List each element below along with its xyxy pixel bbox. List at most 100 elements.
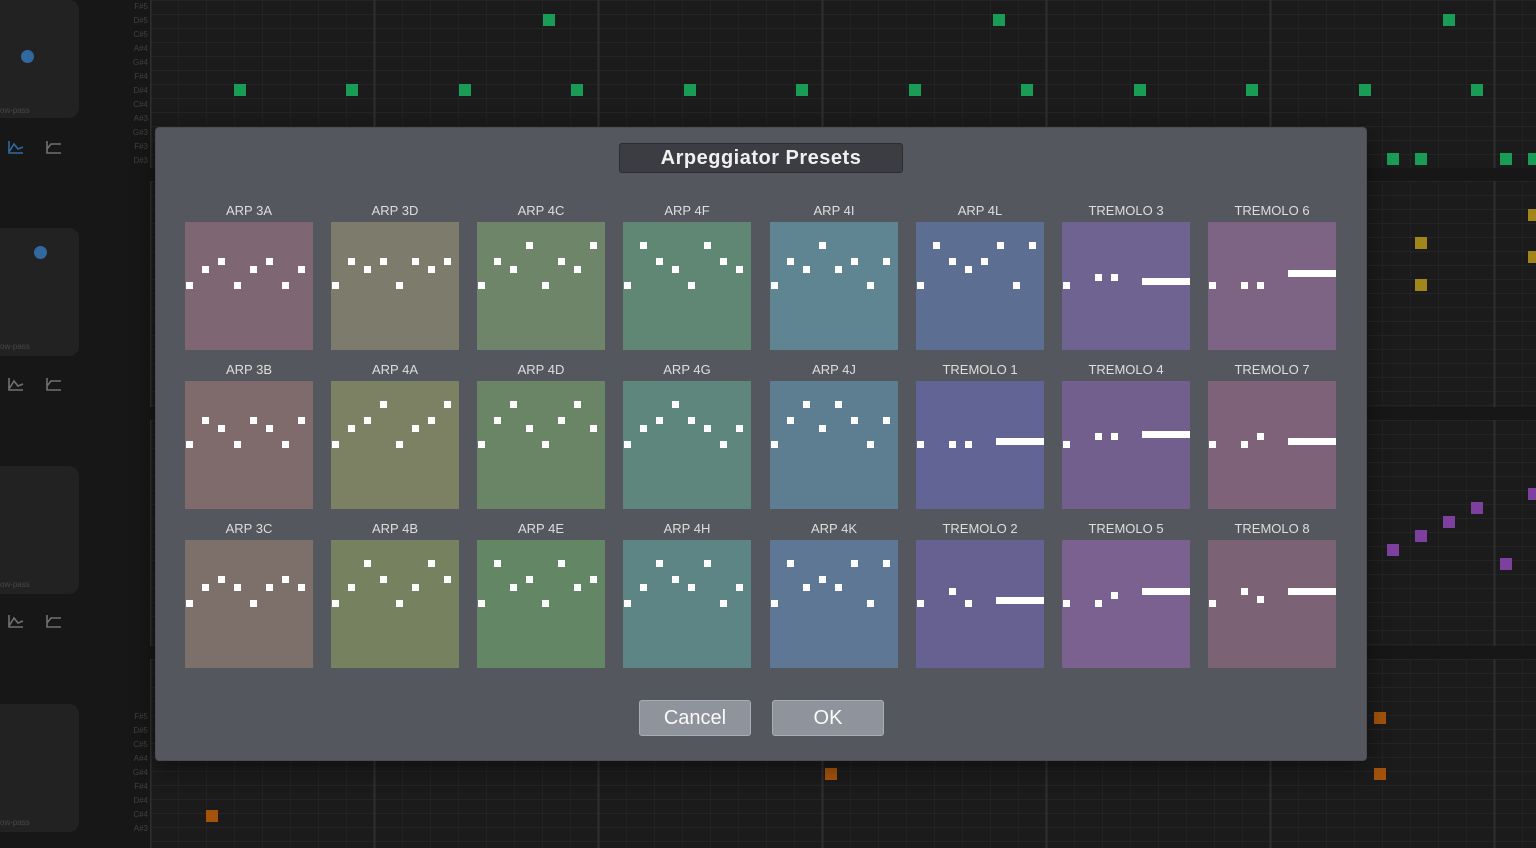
pattern-step — [688, 417, 695, 424]
pattern-preview — [1063, 274, 1190, 289]
pattern-preview — [771, 560, 890, 607]
preset-tile[interactable] — [185, 222, 313, 350]
pattern-step — [835, 266, 842, 273]
pattern-step — [412, 258, 419, 265]
preset-tile[interactable] — [916, 381, 1044, 509]
preset-tile[interactable] — [1062, 222, 1190, 350]
pattern-step — [1095, 274, 1102, 281]
pattern-step — [396, 282, 403, 289]
preset-label: ARP 4C — [517, 203, 565, 218]
pattern-step — [1063, 441, 1070, 448]
preset-tile[interactable] — [623, 540, 751, 668]
pattern-preview — [332, 401, 451, 448]
pattern-step — [1111, 433, 1118, 440]
pattern-step — [298, 584, 305, 591]
pattern-step — [981, 258, 988, 265]
preset-tile[interactable] — [185, 381, 313, 509]
pattern-step — [917, 282, 924, 289]
preset-item[interactable]: ARP 4L — [916, 203, 1044, 350]
preset-item[interactable]: TREMOLO 3 — [1062, 203, 1190, 350]
pattern-step — [656, 258, 663, 265]
preset-item[interactable]: ARP 4D — [477, 362, 605, 509]
pattern-step — [234, 441, 241, 448]
preset-item[interactable]: TREMOLO 2 — [916, 521, 1044, 668]
preset-item[interactable]: ARP 3B — [185, 362, 313, 509]
pattern-step — [444, 258, 451, 265]
preset-tile[interactable] — [623, 381, 751, 509]
preset-item[interactable]: TREMOLO 5 — [1062, 521, 1190, 668]
preset-tile[interactable] — [770, 540, 898, 668]
pattern-step — [640, 425, 647, 432]
pattern-step — [558, 560, 565, 567]
pattern-step — [332, 600, 339, 607]
preset-tile[interactable] — [916, 222, 1044, 350]
pattern-step — [720, 441, 727, 448]
preset-tile[interactable] — [477, 540, 605, 668]
preset-item[interactable]: ARP 4J — [770, 362, 898, 509]
pattern-step — [771, 600, 778, 607]
pattern-preview — [1209, 433, 1336, 448]
pattern-step — [510, 584, 517, 591]
preset-tile[interactable] — [1062, 540, 1190, 668]
preset-tile[interactable] — [185, 540, 313, 668]
pattern-step — [803, 584, 810, 591]
preset-item[interactable]: ARP 4B — [331, 521, 459, 668]
pattern-step — [380, 258, 387, 265]
pattern-step — [835, 401, 842, 408]
preset-tile[interactable] — [916, 540, 1044, 668]
pattern-step — [542, 282, 549, 289]
preset-item[interactable]: TREMOLO 6 — [1208, 203, 1336, 350]
preset-tile[interactable] — [477, 222, 605, 350]
preset-label: TREMOLO 3 — [1088, 203, 1164, 218]
pattern-step — [688, 282, 695, 289]
pattern-step — [883, 560, 890, 567]
pattern-step — [867, 441, 874, 448]
preset-label: TREMOLO 4 — [1088, 362, 1164, 377]
preset-item[interactable]: ARP 4I — [770, 203, 898, 350]
preset-item[interactable]: TREMOLO 4 — [1062, 362, 1190, 509]
preset-item[interactable]: ARP 4F — [623, 203, 751, 350]
pattern-step — [364, 560, 371, 567]
preset-item[interactable]: ARP 4A — [331, 362, 459, 509]
preset-tile[interactable] — [770, 222, 898, 350]
preset-item[interactable]: ARP 4K — [770, 521, 898, 668]
pattern-step — [282, 282, 289, 289]
preset-item[interactable]: TREMOLO 8 — [1208, 521, 1336, 668]
preset-item[interactable]: ARP 3A — [185, 203, 313, 350]
pattern-step — [478, 600, 485, 607]
preset-item[interactable]: ARP 3C — [185, 521, 313, 668]
cancel-button[interactable]: Cancel — [639, 700, 751, 736]
pattern-step — [965, 600, 972, 607]
pattern-step — [851, 560, 858, 567]
preset-item[interactable]: ARP 4C — [477, 203, 605, 350]
pattern-preview — [624, 401, 743, 448]
preset-item[interactable]: ARP 4G — [623, 362, 751, 509]
pattern-step — [412, 584, 419, 591]
pattern-step — [412, 425, 419, 432]
pattern-step — [1111, 274, 1118, 281]
preset-tile[interactable] — [623, 222, 751, 350]
pattern-step — [380, 401, 387, 408]
pattern-preview — [332, 258, 451, 289]
ok-button[interactable]: OK — [772, 700, 884, 736]
pattern-preview — [186, 417, 305, 448]
preset-tile[interactable] — [331, 222, 459, 350]
preset-tile[interactable] — [331, 381, 459, 509]
pattern-step — [787, 258, 794, 265]
pattern-step — [1241, 588, 1248, 595]
preset-tile[interactable] — [331, 540, 459, 668]
pattern-step — [526, 425, 533, 432]
preset-item[interactable]: ARP 4E — [477, 521, 605, 668]
pattern-step — [380, 576, 387, 583]
preset-item[interactable]: ARP 3D — [331, 203, 459, 350]
preset-tile[interactable] — [770, 381, 898, 509]
preset-item[interactable]: TREMOLO 7 — [1208, 362, 1336, 509]
preset-tile[interactable] — [1208, 381, 1336, 509]
preset-item[interactable]: TREMOLO 1 — [916, 362, 1044, 509]
preset-tile[interactable] — [1208, 222, 1336, 350]
preset-tile[interactable] — [1062, 381, 1190, 509]
preset-tile[interactable] — [477, 381, 605, 509]
preset-item[interactable]: ARP 4H — [623, 521, 751, 668]
pattern-step — [624, 441, 631, 448]
preset-tile[interactable] — [1208, 540, 1336, 668]
